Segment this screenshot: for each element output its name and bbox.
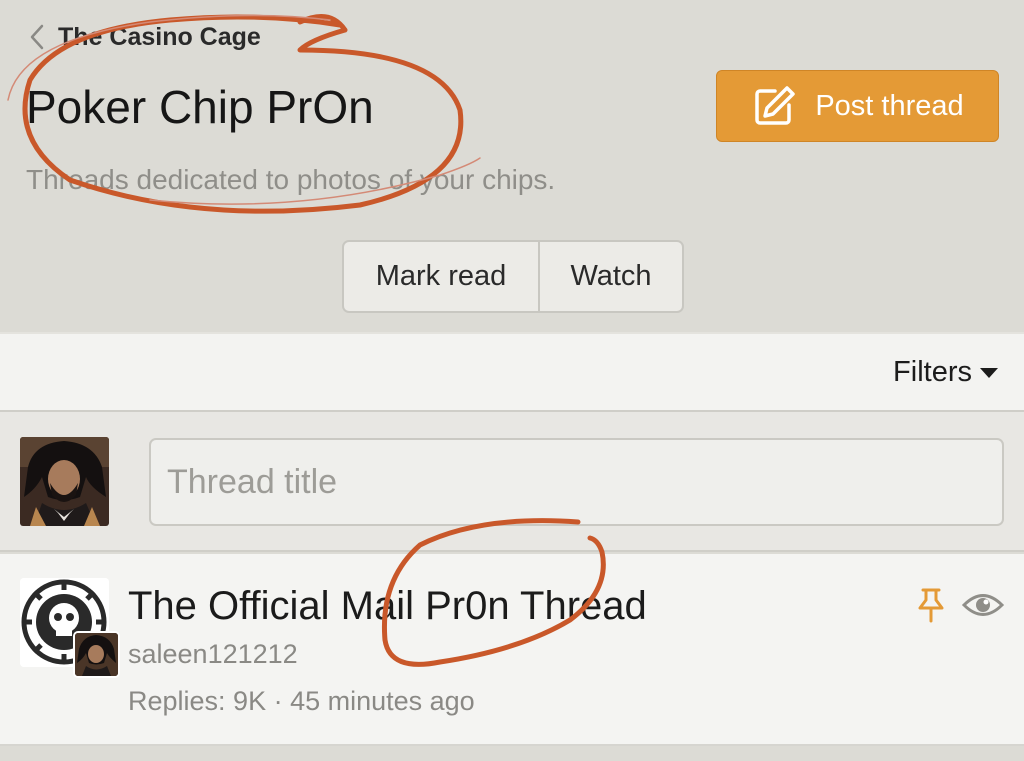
watch-button[interactable]: Watch <box>540 242 682 311</box>
caret-down-icon <box>980 367 998 378</box>
forum-description: Threads dedicated to photos of your chip… <box>26 164 556 195</box>
post-thread-label: Post thread <box>815 89 964 122</box>
filters-button[interactable]: Filters <box>893 356 998 389</box>
avatar[interactable] <box>73 631 120 678</box>
edit-icon <box>751 83 797 129</box>
filter-bar: Filters <box>0 332 1024 412</box>
filters-label: Filters <box>893 356 972 388</box>
pin-icon <box>915 587 947 623</box>
breadcrumb-link[interactable]: The Casino Cage <box>58 23 261 52</box>
thread-meta: Replies: 9K · 45 minutes ago <box>128 686 475 716</box>
avatar[interactable] <box>20 437 109 526</box>
thread-title[interactable]: The Official Mail Pr0n Thread <box>128 584 647 629</box>
post-thread-button[interactable]: Post thread <box>716 70 999 142</box>
forum-actions: Mark read Watch <box>342 240 684 313</box>
breadcrumb[interactable]: The Casino Cage <box>22 22 261 52</box>
thread-title-input[interactable] <box>149 438 1004 526</box>
thread-author[interactable]: saleen121212 <box>128 639 298 670</box>
eye-icon[interactable] <box>961 590 1005 620</box>
mark-read-button[interactable]: Mark read <box>344 242 540 311</box>
chevron-left-icon[interactable] <box>22 22 52 52</box>
page-title: Poker Chip PrOn <box>26 81 374 133</box>
